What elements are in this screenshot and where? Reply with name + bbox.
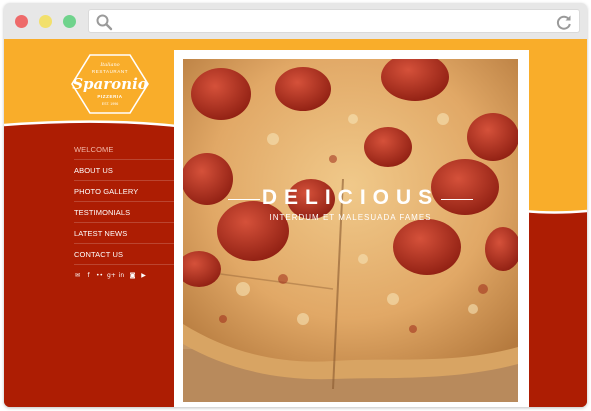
website-viewport: Italiano RESTAURANT Sparonio PIZZERIA ES… <box>4 39 587 407</box>
svg-text:RESTAURANT: RESTAURANT <box>92 69 128 74</box>
svg-text:Italiano: Italiano <box>99 62 119 68</box>
main-navigation: Welcome About Us Photo Gallery Testimoni… <box>74 139 176 265</box>
pizza-hero-image: DELICIOUS Interdum et malesuada fames <box>183 59 518 402</box>
close-window-button[interactable] <box>15 15 28 28</box>
google-plus-icon[interactable]: g+ <box>107 272 116 280</box>
svg-text:EST. 1996: EST. 1996 <box>102 102 119 106</box>
search-icon[interactable] <box>95 13 113 31</box>
social-links: ✉ f •• g+ in ◙ ▶ <box>74 272 147 280</box>
reload-icon[interactable] <box>555 13 573 31</box>
mail-icon[interactable]: ✉ <box>74 272 81 280</box>
hero-title: DELICIOUS <box>261 186 440 209</box>
hero-title-rule-right <box>441 199 473 200</box>
nav-item-latest-news[interactable]: Latest News <box>74 223 176 244</box>
instagram-icon[interactable]: ◙ <box>129 272 136 280</box>
nav-item-testimonials[interactable]: Testimonials <box>74 202 176 223</box>
svg-text:Sparonio: Sparonio <box>72 75 148 93</box>
hero-frame: DELICIOUS Interdum et malesuada fames <box>174 50 529 407</box>
youtube-icon[interactable]: ▶ <box>140 272 147 280</box>
maximize-window-button[interactable] <box>63 15 76 28</box>
browser-toolbar <box>4 3 587 39</box>
sparonio-logo[interactable]: Italiano RESTAURANT Sparonio PIZZERIA ES… <box>70 53 150 115</box>
facebook-icon[interactable]: f <box>85 272 92 280</box>
nav-item-welcome[interactable]: Welcome <box>74 139 176 160</box>
minimize-window-button[interactable] <box>39 15 52 28</box>
browser-window: Italiano RESTAURANT Sparonio PIZZERIA ES… <box>4 3 587 407</box>
nav-item-contact-us[interactable]: Contact Us <box>74 244 176 265</box>
nav-item-about-us[interactable]: About Us <box>74 160 176 181</box>
address-bar[interactable] <box>88 9 580 33</box>
hero-subtitle: Interdum et malesuada fames <box>269 213 432 222</box>
svg-text:PIZZERIA: PIZZERIA <box>97 94 122 99</box>
flickr-icon[interactable]: •• <box>96 272 103 280</box>
nav-item-photo-gallery[interactable]: Photo Gallery <box>74 181 176 202</box>
linkedin-icon[interactable]: in <box>118 272 125 280</box>
